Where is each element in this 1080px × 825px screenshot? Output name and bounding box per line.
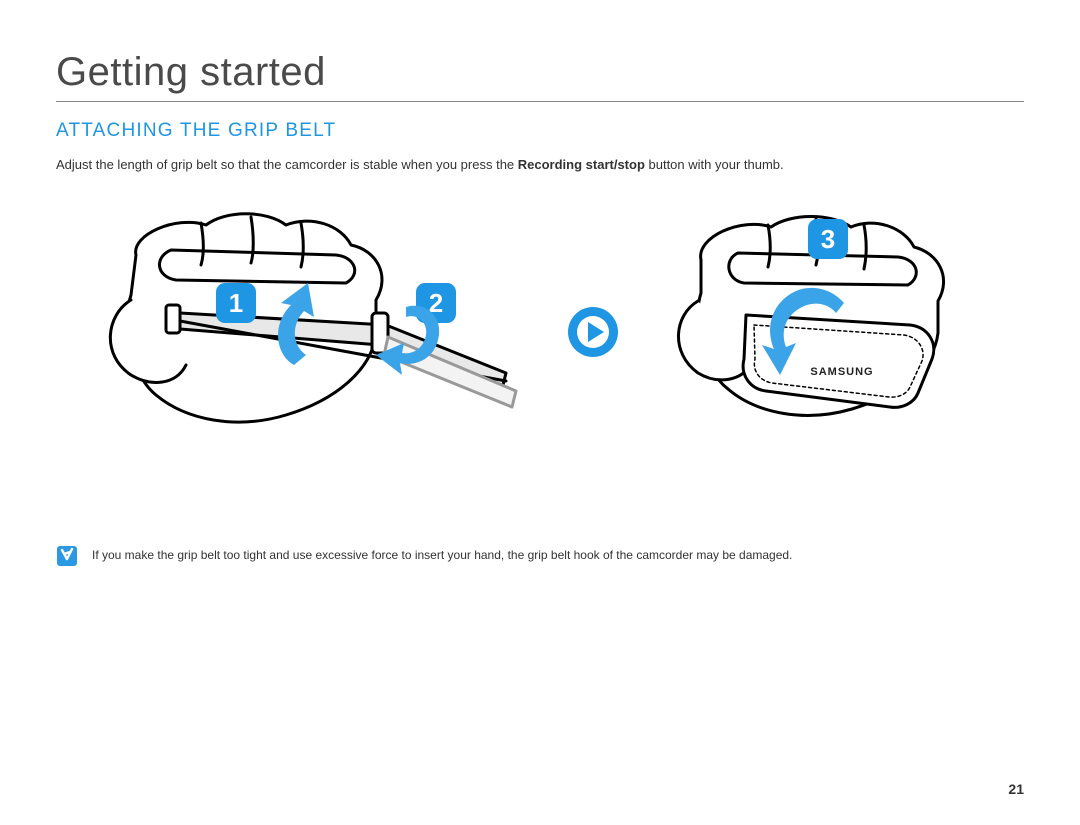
note-row: If you make the grip belt too tight and …	[56, 545, 1024, 567]
brand-label: SAMSUNG	[810, 366, 873, 378]
svg-text:3: 3	[821, 224, 835, 254]
figure-step1-2: 1 2	[76, 205, 536, 470]
note-text: If you make the grip belt too tight and …	[92, 547, 792, 564]
figures-area: 1 2	[56, 205, 1024, 485]
section-heading: ATTACHING THE GRIP BELT	[56, 120, 1024, 142]
intro-text-after: button with your thumb.	[645, 157, 784, 172]
figure-step3: SAMSUNG 3	[646, 205, 1006, 460]
intro-bold: Recording start/stop	[518, 157, 645, 172]
intro-paragraph: Adjust the length of grip belt so that t…	[56, 156, 1024, 175]
note-icon	[56, 545, 78, 567]
step-badge-1: 1	[216, 283, 256, 323]
page-title: Getting started	[56, 50, 1024, 102]
intro-text-before: Adjust the length of grip belt so that t…	[56, 157, 518, 172]
next-step-arrow-icon	[566, 305, 620, 364]
step-badge-3: 3	[808, 219, 848, 259]
svg-text:1: 1	[229, 288, 243, 318]
page-number: 21	[1008, 781, 1024, 797]
